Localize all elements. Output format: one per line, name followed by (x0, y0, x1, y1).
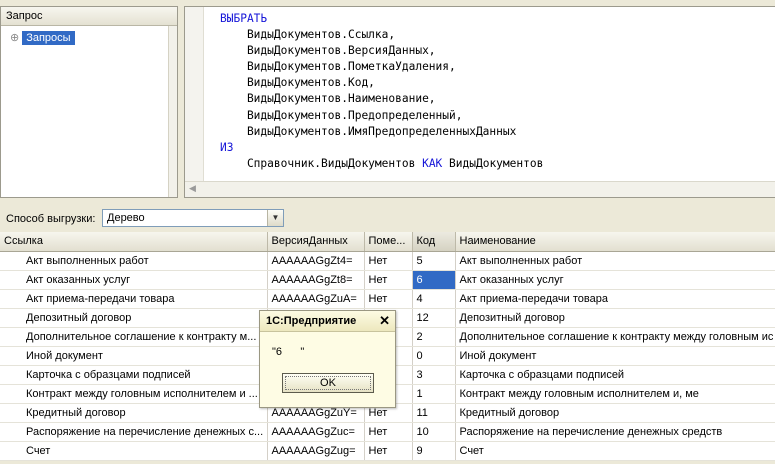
table-cell[interactable]: Счет (0, 441, 268, 461)
expand-plus-icon[interactable]: ⊕ (10, 32, 19, 44)
query-code[interactable]: ВЫБРАТЬ ВидыДокументов.Ссылка, ВидыДокум… (220, 11, 543, 172)
query-text-segment: ВидыДокументов (442, 156, 544, 170)
column-header[interactable]: Код (412, 232, 456, 252)
table-row[interactable]: Счет AAAAAAGgZug= Нет 9 Счет (0, 441, 775, 461)
table-cell[interactable]: 2 (412, 327, 456, 347)
table-row[interactable]: Распоряжение на перечисление денежных с.… (0, 422, 775, 442)
table-cell[interactable]: Нет (364, 289, 413, 309)
tree-scrollbar[interactable] (168, 26, 177, 197)
table-cell[interactable]: Депозитный договор (455, 308, 775, 328)
table-cell[interactable]: Распоряжение на перечисление денежных с.… (0, 422, 268, 442)
table-cell[interactable]: 0 (412, 346, 456, 366)
table-cell[interactable]: Иной документ (455, 346, 775, 366)
query-keyword: ИЗ (220, 140, 234, 154)
table-cell[interactable]: 6 (412, 270, 456, 290)
table-cell[interactable]: Кредитный договор (0, 403, 268, 423)
table-cell[interactable]: Нет (364, 441, 413, 461)
table-cell[interactable]: Счет (455, 441, 775, 461)
query-tree-panel: Запрос ⊕ Запросы (0, 6, 178, 198)
dialog-message: "6 " (272, 346, 305, 358)
tree-node-label: Запросы (22, 31, 75, 45)
table-cell[interactable]: 3 (412, 365, 456, 385)
table-cell[interactable]: 9 (412, 441, 456, 461)
chevron-down-icon[interactable]: ▼ (267, 210, 283, 226)
table-cell[interactable]: Акт приема-передачи товара (0, 289, 268, 309)
query-text-segment: ВидыДокументов.ВерсияДанных, (220, 44, 436, 58)
export-mode-select[interactable]: Дерево ▼ (102, 209, 284, 227)
message-dialog: 1С:Предприятие ✕ "6 " OK (259, 310, 396, 408)
table-cell[interactable]: 1 (412, 384, 456, 404)
table-cell[interactable]: Дополнительное соглашение к контракту ме… (455, 327, 775, 347)
table-cell[interactable]: Контракт между головным исполнителем и .… (0, 384, 268, 404)
table-cell[interactable]: Кредитный договор (455, 403, 775, 423)
table-cell[interactable]: Нет (364, 251, 413, 271)
query-text-segment: ВидыДокументов.Код, (220, 76, 375, 90)
table-cell[interactable]: AAAAAAGgZug= (267, 441, 365, 461)
tree-node-queries[interactable]: ⊕ Запросы (10, 30, 75, 46)
table-cell[interactable]: Акт выполненных работ (0, 251, 268, 271)
table-cell[interactable]: 10 (412, 422, 456, 442)
table-cell[interactable]: Дополнительное соглашение к контракту м.… (0, 327, 268, 347)
table-cell[interactable]: 5 (412, 251, 456, 271)
editor-horizontal-scrollbar[interactable]: ◀ (185, 181, 775, 197)
query-keyword: ВЫБРАТЬ (220, 12, 268, 25)
column-header[interactable]: ВерсияДанных (267, 232, 365, 252)
query-text-segment: ВидыДокументов.Ссылка, (220, 28, 396, 42)
table-cell[interactable]: AAAAAAGgZuc= (267, 422, 365, 442)
table-cell[interactable]: 4 (412, 289, 456, 309)
query-tree-header: Запрос (1, 7, 177, 26)
table-cell[interactable]: Карточка с образцами подписей (0, 365, 268, 385)
close-icon[interactable]: ✕ (379, 312, 390, 330)
table-cell[interactable]: AAAAAAGgZuA= (267, 289, 365, 309)
query-keyword: КАК (422, 156, 443, 170)
table-row[interactable]: Акт выполненных работ AAAAAAGgZt4= Нет 5 Акт… (0, 251, 775, 271)
table-cell[interactable]: 12 (412, 308, 456, 328)
table-cell[interactable]: Депозитный договор (0, 308, 268, 328)
table-cell[interactable]: Контракт между головным исполнителем и, … (455, 384, 775, 404)
dialog-title: 1С:Предприятие (260, 311, 395, 332)
query-text-segment: ВидыДокументов.ПометкаУдаления, (220, 60, 456, 74)
editor-gutter (185, 7, 204, 181)
query-text-segment: ВидыДокументов.ИмяПредопределенныхДанных (220, 124, 517, 138)
table-cell[interactable]: Акт выполненных работ (455, 251, 775, 271)
ok-button[interactable]: OK (282, 373, 374, 393)
table-cell[interactable]: AAAAAAGgZt8= (267, 270, 365, 290)
table-cell[interactable]: Нет (364, 270, 413, 290)
export-mode-label: Способ выгрузки: (6, 213, 96, 225)
table-cell[interactable]: Распоряжение на перечисление денежных ср… (455, 422, 775, 442)
column-header[interactable]: Наименование (455, 232, 775, 252)
export-mode-value: Дерево (107, 212, 145, 224)
table-cell[interactable]: Акт оказанных услуг (0, 270, 268, 290)
column-header[interactable]: Ссылка (0, 232, 268, 252)
table-cell[interactable]: Акт оказанных услуг (455, 270, 775, 290)
table-row[interactable]: Акт приема-передачи товара AAAAAAGgZuA= Не… (0, 289, 775, 309)
column-header[interactable]: Поме... (364, 232, 413, 252)
table-cell[interactable]: 11 (412, 403, 456, 423)
table-row[interactable]: Акт оказанных услуг AAAAAAGgZt8= Нет 6 Акт о… (0, 270, 775, 290)
query-text-segment: ВидыДокументов.Предопределенный, (220, 108, 463, 122)
query-text-editor[interactable]: ВЫБРАТЬ ВидыДокументов.Ссылка, ВидыДокум… (184, 6, 775, 198)
table-cell[interactable]: Нет (364, 422, 413, 442)
query-text-segment: Справочник.ВидыДокументов (220, 156, 423, 170)
scroll-left-arrow-icon[interactable]: ◀ (189, 183, 196, 194)
table-cell[interactable]: AAAAAAGgZt4= (267, 251, 365, 271)
table-cell[interactable]: Иной документ (0, 346, 268, 366)
table-cell[interactable]: Акт приема-передачи товара (455, 289, 775, 309)
table-cell[interactable]: Карточка с образцами подписей (455, 365, 775, 385)
query-text-segment: ВидыДокументов.Наименование, (220, 92, 436, 106)
